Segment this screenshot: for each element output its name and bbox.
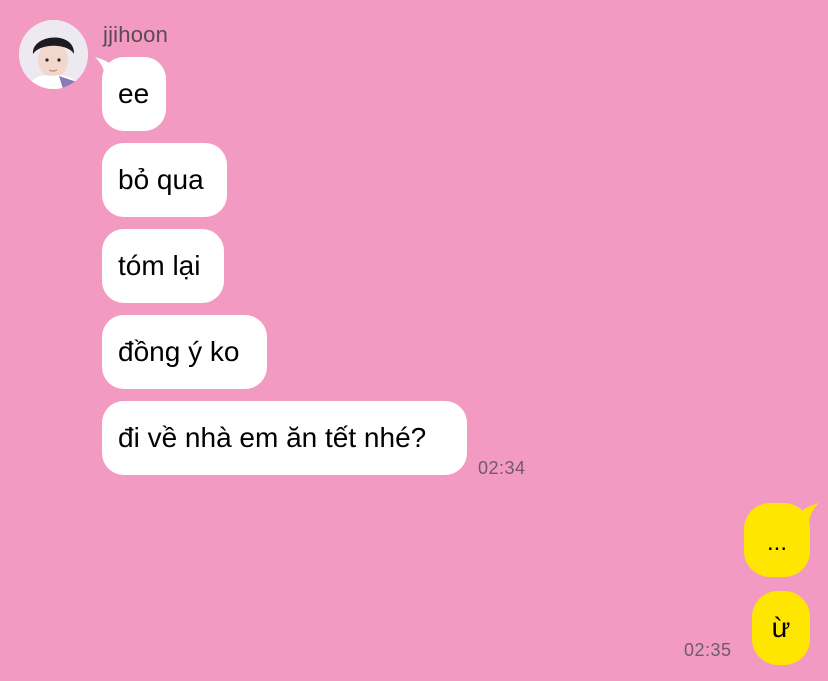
message-timestamp: 02:35 <box>684 640 732 660</box>
sender-name: jjihoon <box>103 22 169 47</box>
message-bubble-incoming[interactable]: đi về nhà em ăn tết nhé? <box>102 401 467 475</box>
profile-photo-icon <box>19 20 88 89</box>
message-bubble-incoming[interactable]: bỏ qua <box>102 143 227 217</box>
message-bubble-outgoing[interactable]: ... <box>744 503 810 577</box>
message-bubble-outgoing[interactable]: ừ <box>752 591 810 665</box>
avatar[interactable] <box>19 20 88 89</box>
message-bubble-incoming[interactable]: tóm lại <box>102 229 224 303</box>
message-bubble-incoming[interactable]: đồng ý ko <box>102 315 267 389</box>
message-bubble-incoming[interactable]: ee <box>102 57 166 131</box>
message-timestamp: 02:34 <box>478 458 526 478</box>
